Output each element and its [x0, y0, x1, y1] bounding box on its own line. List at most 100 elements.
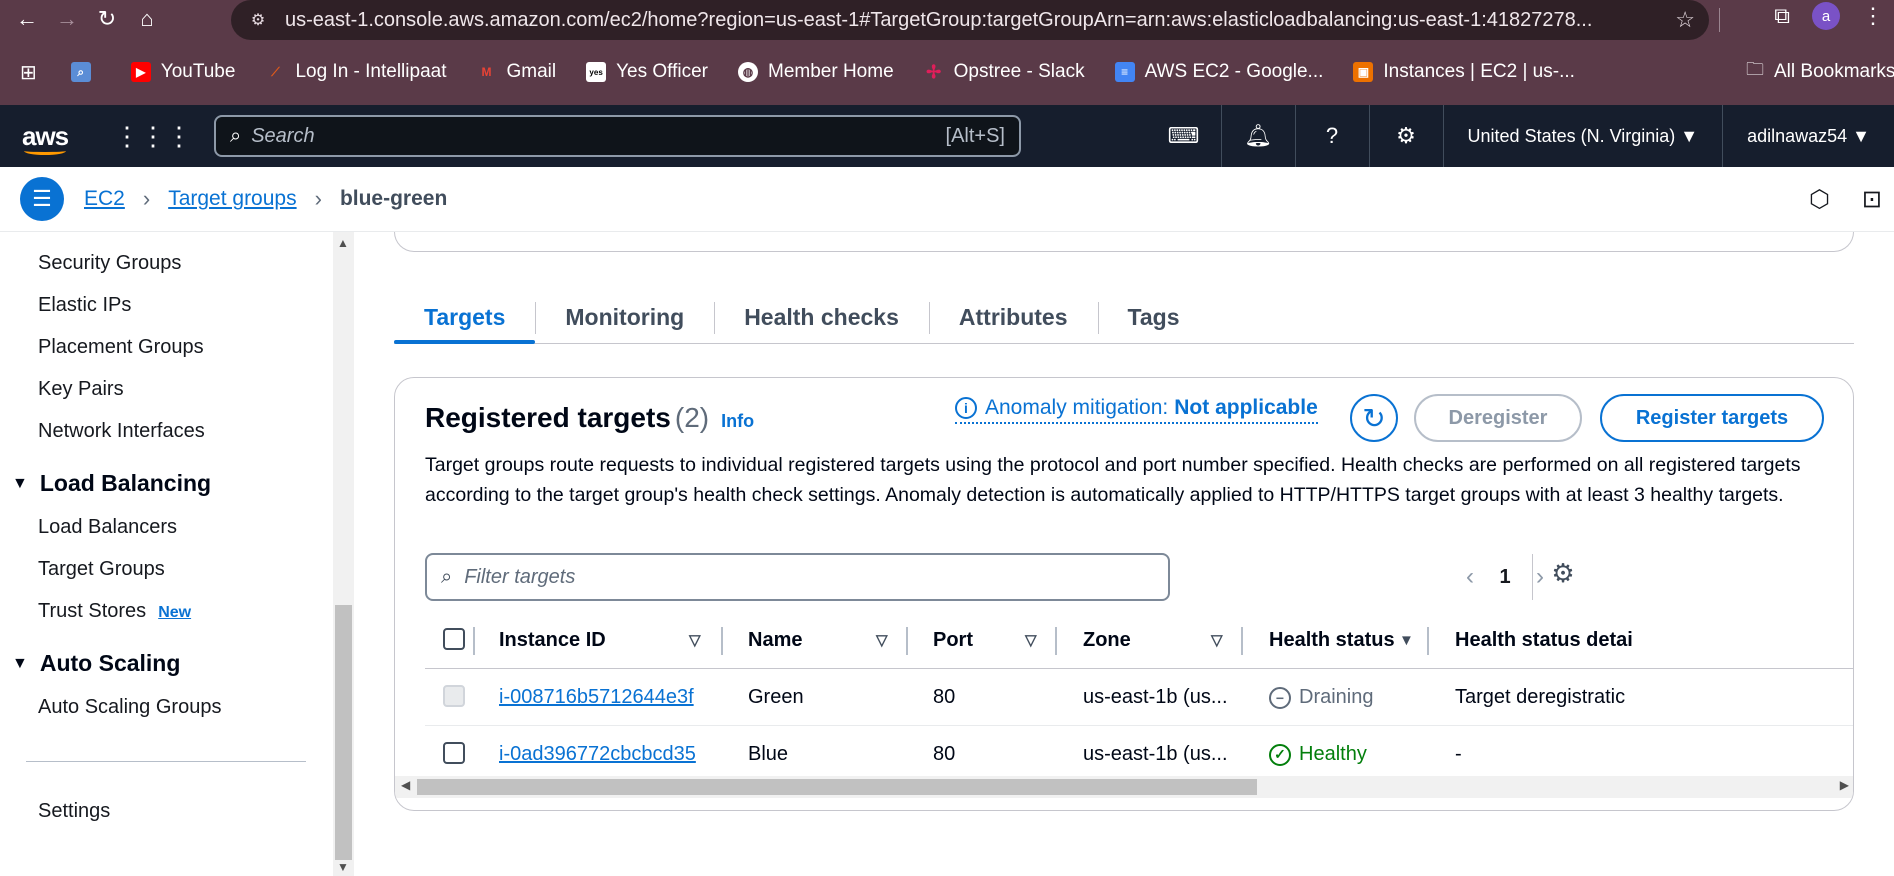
tab-tags[interactable]: Tags	[1097, 292, 1210, 342]
bookmark-gmail[interactable]: M Gmail	[476, 61, 556, 83]
bookmark-yes-officer[interactable]: yes Yes Officer	[586, 61, 708, 83]
sidebar-section-load-balancing[interactable]: ▼ Load Balancing	[12, 470, 211, 497]
sort-caret-icon: ▽	[1025, 632, 1037, 649]
sort-caret-icon: ▽	[1211, 632, 1223, 649]
cell-health-status: ✓ Healthy	[1269, 726, 1367, 783]
feedback-hex-icon[interactable]: ⬡	[1809, 185, 1830, 214]
folder-icon: 🗀	[1746, 59, 1764, 79]
menu-hamburger-icon[interactable]: ☰	[20, 177, 64, 221]
column-zone[interactable]: Zone ▽	[1083, 611, 1233, 669]
tab-health-checks[interactable]: Health checks	[714, 292, 929, 342]
instance-id-link[interactable]: i-0ad396772cbcbcd35	[499, 743, 696, 766]
column-label: Health status	[1269, 628, 1395, 651]
bookmark-member-home[interactable]: ◍ Member Home	[738, 61, 894, 83]
filter-targets-field[interactable]: ⌕	[425, 553, 1170, 601]
search-bookmark-icon: ⌕	[70, 62, 91, 82]
breadcrumb-ec2[interactable]: EC2	[84, 187, 125, 211]
scrollbar-thumb[interactable]	[335, 605, 352, 860]
tab-attributes[interactable]: Attributes	[928, 292, 1098, 342]
cell-port: 80	[933, 743, 956, 765]
column-separator	[1055, 627, 1057, 655]
back-icon[interactable]: ←	[10, 2, 44, 36]
tab-monitoring[interactable]: Monitoring	[535, 292, 714, 342]
sidebar-scrollbar[interactable]: ▲ ▼	[333, 232, 354, 876]
bookmark-slack[interactable]: ✢ Opstree - Slack	[924, 61, 1084, 83]
apps-grid-icon[interactable]: ⊞	[20, 60, 37, 85]
refresh-button[interactable]: ↻	[1350, 394, 1398, 442]
cell-zone: us-east-1b (us...	[1083, 743, 1228, 765]
sidebar-item-security-groups[interactable]: Security Groups	[38, 252, 181, 275]
notifications-bell-icon[interactable]: 🔔︎	[1220, 105, 1295, 167]
breadcrumb-bar: ☰ EC2 › Target groups › blue-green ⬡ ⊡	[0, 167, 1894, 232]
draining-status-icon: −	[1269, 686, 1291, 709]
bookmark-label: Instances | EC2 | us-...	[1383, 61, 1575, 82]
tab-targets[interactable]: Targets	[394, 292, 536, 344]
forward-icon[interactable]: →	[50, 2, 84, 36]
anomaly-mitigation-link[interactable]: i Anomaly mitigation: Not applicable	[955, 396, 1318, 424]
column-port[interactable]: Port ▽	[933, 611, 1053, 669]
scrollbar-thumb[interactable]	[417, 779, 1257, 795]
services-grid-icon[interactable]: ⋮⋮⋮	[114, 121, 192, 152]
site-settings-icon[interactable]: ⚙	[245, 7, 271, 33]
scroll-down-icon[interactable]: ▼	[337, 860, 349, 874]
sidebar-item-trust-stores[interactable]: Trust Stores New	[38, 600, 191, 623]
table-row[interactable]: i-008716b5712644e3f Green 80 us-east-1b …	[425, 669, 1853, 726]
prev-page-icon[interactable]: ‹	[1455, 563, 1485, 591]
deregister-button[interactable]: Deregister	[1414, 394, 1582, 442]
cloudshell-icon[interactable]: ⌨	[1147, 105, 1221, 167]
sidebar-item-network-interfaces[interactable]: Network Interfaces	[38, 420, 205, 443]
aws-search-bar[interactable]: ⌕ Search [Alt+S]	[214, 115, 1021, 157]
all-bookmarks-button[interactable]: 🗀 All Bookmarks	[1746, 52, 1894, 92]
bookmark-search[interactable]: ⌕	[70, 62, 101, 82]
scroll-left-icon[interactable]: ◀	[401, 778, 410, 792]
profile-avatar[interactable]: a	[1812, 2, 1840, 30]
scroll-right-icon[interactable]: ▶	[1840, 778, 1849, 792]
sidebar-section-auto-scaling[interactable]: ▼ Auto Scaling	[12, 650, 180, 677]
reload-icon[interactable]: ↻	[90, 2, 124, 36]
home-icon[interactable]: ⌂	[130, 2, 164, 36]
register-targets-button[interactable]: Register targets	[1600, 394, 1824, 442]
bookmark-aws-ec2-doc[interactable]: ≡ AWS EC2 - Google...	[1114, 61, 1323, 83]
table-horizontal-scrollbar[interactable]: ◀ ▶	[395, 776, 1853, 798]
sidebar-item-auto-scaling-groups[interactable]: Auto Scaling Groups	[38, 696, 221, 719]
sidebar-item-label: Trust Stores	[38, 600, 147, 622]
sidebar-item-placement-groups[interactable]: Placement Groups	[38, 336, 204, 359]
console-tools-icon[interactable]: ⊡	[1862, 185, 1882, 214]
column-health-status-details[interactable]: Health status detai	[1455, 611, 1633, 669]
page-number[interactable]: 1	[1485, 566, 1525, 589]
sidebar-item-elastic-ips[interactable]: Elastic IPs	[38, 294, 131, 317]
sidebar-item-target-groups[interactable]: Target Groups	[38, 558, 165, 581]
info-link[interactable]: Info	[721, 411, 754, 431]
sidebar-item-key-pairs[interactable]: Key Pairs	[38, 378, 124, 401]
select-all-checkbox[interactable]	[443, 628, 465, 650]
help-icon[interactable]: ?	[1294, 105, 1369, 167]
search-placeholder[interactable]: Search	[251, 125, 945, 148]
sidebar-item-settings[interactable]: Settings	[38, 800, 110, 823]
chrome-menu-icon[interactable]: ⋮	[1862, 3, 1884, 29]
aws-logo[interactable]: aws	[22, 121, 92, 155]
cell-port: 80	[933, 686, 956, 708]
sidebar-item-load-balancers[interactable]: Load Balancers	[38, 516, 177, 539]
region-selector[interactable]: United States (N. Virginia) ▼	[1442, 105, 1723, 167]
scroll-up-icon[interactable]: ▲	[337, 236, 349, 250]
row-checkbox[interactable]	[443, 742, 465, 764]
settings-gear-icon[interactable]: ⚙	[1368, 105, 1443, 167]
address-bar[interactable]: ⚙ us-east-1.console.aws.amazon.com/ec2/h…	[231, 0, 1709, 40]
column-health-status[interactable]: Health status ▼	[1269, 611, 1429, 669]
bookmark-intellipaat[interactable]: ⟋ Log In - Intellipaat	[265, 61, 446, 83]
bookmark-star-icon[interactable]: ☆	[1675, 7, 1695, 33]
main-content: Targets Monitoring Health checks Attribu…	[356, 232, 1894, 876]
filter-targets-input[interactable]	[464, 565, 1154, 589]
column-name[interactable]: Name ▽	[748, 611, 908, 669]
column-instance-id[interactable]: Instance ID ▽	[499, 611, 709, 669]
bookmark-youtube[interactable]: ▶ YouTube	[130, 61, 235, 83]
account-menu[interactable]: adilnawaz54 ▼	[1722, 105, 1894, 167]
table-header: Instance ID ▽ Name ▽ Port ▽ Zone ▽ Health st…	[425, 611, 1853, 669]
breadcrumb-target-groups[interactable]: Target groups	[168, 187, 296, 211]
table-row[interactable]: i-0ad396772cbcbcd35 Blue 80 us-east-1b (…	[425, 726, 1853, 783]
table-preferences-gear-icon[interactable]: ⚙	[1543, 558, 1583, 589]
extensions-icon[interactable]: ⧉	[1774, 3, 1790, 29]
url-text[interactable]: us-east-1.console.aws.amazon.com/ec2/hom…	[285, 9, 1667, 32]
instance-id-link[interactable]: i-008716b5712644e3f	[499, 686, 694, 709]
bookmark-instances[interactable]: ▣ Instances | EC2 | us-...	[1353, 61, 1575, 83]
